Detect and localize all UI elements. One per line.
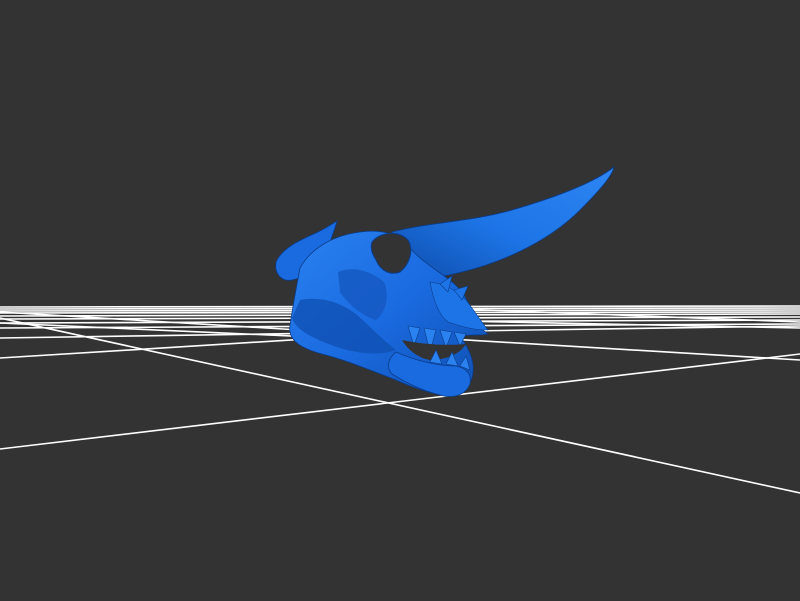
3d-viewport[interactable] (0, 0, 800, 601)
right-horn (391, 165, 615, 279)
scene-canvas[interactable] (0, 0, 800, 601)
horned-skull-model[interactable] (275, 165, 615, 397)
